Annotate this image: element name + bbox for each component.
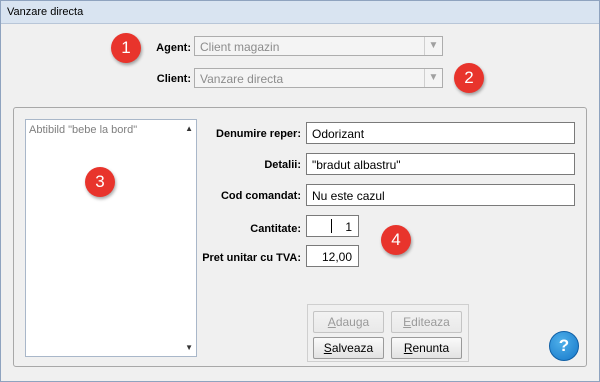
renunta-label: enunta [412,341,450,355]
callout-badge-4: 4 [381,225,411,255]
pret-label: Pret unitar cu TVA: [202,252,301,264]
adauga-button[interactable]: Adauga [313,311,384,333]
cantitate-value: 1 [345,220,352,234]
list-item[interactable]: Abtibild "bebe la bord" [29,124,137,136]
chevron-down-icon[interactable]: ▼ [424,37,442,55]
cod-value: Nu este cazul [312,189,385,203]
title-bar: Vanzare directa [1,1,599,24]
agent-dropdown[interactable]: Client magazin ▼ [194,36,443,56]
cod-input[interactable]: Nu este cazul [306,184,575,206]
text-caret [331,219,332,233]
denumire-input[interactable]: Odorizant [306,122,575,144]
client-value: Vanzare directa [200,72,284,86]
cantitate-label: Cantitate: [250,223,301,235]
salveaza-mnemonic: S [323,341,332,355]
client-dropdown[interactable]: Vanzare directa ▼ [194,68,443,88]
dialog-window: Vanzare directa Agent: Client magazin ▼ … [0,0,600,382]
cod-label: Cod comandat: [220,190,301,202]
detalii-value: "bradut albastru" [312,158,401,172]
scroll-down-icon[interactable]: ▼ [185,343,193,352]
help-icon[interactable]: ? [549,331,579,361]
chevron-down-icon[interactable]: ▼ [424,69,442,87]
denumire-value: Odorizant [312,127,365,141]
denumire-label: Denumire reper: [216,128,301,140]
scroll-up-icon[interactable]: ▲ [185,124,193,133]
product-list[interactable]: Abtibild "bebe la bord" ▲ ▼ [25,119,197,357]
renunta-button[interactable]: Renunta [391,337,462,359]
detalii-label: Detalii: [264,159,301,171]
window-title: Vanzare directa [7,6,84,18]
cantitate-input[interactable]: 1 [306,215,359,237]
salveaza-button[interactable]: Salveaza [313,337,384,359]
callout-badge-1: 1 [111,33,141,63]
salveaza-label: alveaza [331,341,374,355]
editeaza-label: diteaza [411,315,450,329]
editeaza-button[interactable]: Editeaza [391,311,462,333]
pret-value: 12,00 [321,250,352,264]
editeaza-mnemonic: E [403,315,412,329]
client-label: Client: [156,73,191,85]
detalii-input[interactable]: "bradut albastru" [306,153,575,175]
callout-badge-2: 2 [454,63,484,93]
adauga-label: dauga [335,315,370,329]
adauga-mnemonic: A [327,315,336,329]
callout-badge-3: 3 [85,167,115,197]
agent-value: Client magazin [200,40,280,54]
pret-input[interactable]: 12,00 [306,245,359,267]
